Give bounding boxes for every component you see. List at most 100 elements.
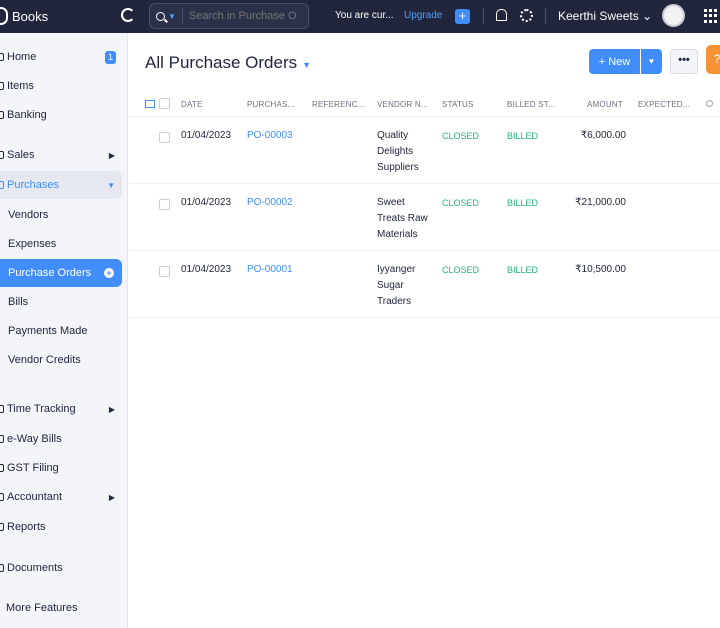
quick-create-plus-icon[interactable]: + [455, 9, 470, 24]
cell-date: 01/04/2023 [181, 130, 232, 141]
cell-billed-status: BILLED [507, 198, 539, 208]
collapse-chevron-down-icon: ▼ [107, 180, 115, 190]
column-header-vendor-name[interactable]: VENDOR N... [377, 100, 428, 109]
sidebar-item-reports[interactable]: Reports [0, 513, 122, 541]
topbar-divider [483, 8, 484, 24]
column-header-purchase-order[interactable]: PURCHAS... [247, 100, 295, 109]
org-chevron-down-icon: ⌄ [642, 9, 653, 23]
app-launcher-grid-icon[interactable] [704, 9, 718, 23]
cell-po-number-link[interactable]: PO-00001 [247, 262, 293, 278]
cell-po-number-link[interactable]: PO-00003 [247, 128, 293, 144]
upgrade-link[interactable]: Upgrade [404, 10, 442, 21]
sidebar-item-label: Items [7, 80, 34, 92]
sidebar-item-purchase-orders[interactable]: Purchase Orders + [0, 259, 122, 287]
sidebar-item-accountant[interactable]: Accountant ▶ [0, 483, 122, 511]
sidebar-item-label: Bills [8, 296, 29, 308]
more-actions-button[interactable]: ••• [670, 49, 698, 74]
sidebar-item-time-tracking[interactable]: Time Tracking ▶ [0, 395, 122, 423]
sidebar-item-payments-made[interactable]: Payments Made [0, 317, 122, 345]
sidebar-item-vendor-credits[interactable]: Vendor Credits [0, 346, 122, 374]
books-logo-icon [0, 7, 8, 25]
trial-notice: You are cur... [335, 10, 394, 21]
sidebar-item-expenses[interactable]: Expenses [0, 230, 122, 258]
row-checkbox[interactable] [159, 199, 170, 210]
search-icon[interactable] [156, 11, 165, 21]
sidebar-item-gst-filing[interactable]: GST Filing [0, 454, 122, 482]
table-row[interactable]: 01/04/2023 PO-00001 Iyyanger Sugar Trade… [129, 251, 720, 318]
sidebar-item-items[interactable]: Items [0, 72, 122, 100]
table-search-icon[interactable] [706, 100, 713, 107]
sidebar-item-label: More Features [6, 602, 78, 614]
cell-status: CLOSED [442, 265, 480, 275]
sales-icon [0, 151, 4, 159]
cell-po-number-link[interactable]: PO-00002 [247, 195, 293, 211]
sidebar: Home 1 Items Banking Sales ▶ Purchases ▼… [0, 33, 128, 628]
gst-filing-icon [0, 464, 4, 472]
org-name: Keerthi Sweets [558, 9, 639, 23]
global-search[interactable]: ▼ [149, 3, 309, 29]
cell-date: 01/04/2023 [181, 264, 232, 275]
purchases-icon [0, 181, 4, 189]
recent-activity-icon[interactable] [121, 8, 135, 22]
cell-amount: ₹10,500.00 [575, 264, 626, 275]
view-selector[interactable]: All Purchase Orders ▼ [145, 53, 311, 73]
column-header-expected-delivery[interactable]: EXPECTED... [638, 100, 690, 109]
row-checkbox[interactable] [159, 266, 170, 277]
sidebar-item-more-features[interactable]: More Features [0, 594, 122, 622]
search-input[interactable] [188, 10, 301, 22]
sidebar-item-label: e-Way Bills [7, 433, 62, 445]
sidebar-item-label: Expenses [8, 238, 57, 250]
sidebar-item-label: Reports [7, 521, 46, 533]
sidebar-item-label: Accountant [7, 491, 63, 503]
cell-amount: ₹21,000.00 [575, 197, 626, 208]
documents-icon [0, 564, 4, 572]
search-scope-chevron-down-icon[interactable]: ▼ [168, 12, 176, 21]
sidebar-item-label: Documents [7, 562, 63, 574]
app-brand[interactable]: Books [0, 7, 48, 25]
sidebar-item-label: Purchase Orders [8, 267, 92, 279]
column-header-billed-status[interactable]: BILLED ST... [507, 100, 555, 109]
column-settings-icon[interactable] [145, 100, 155, 108]
notification-badge: 1 [105, 50, 116, 64]
sidebar-item-purchases[interactable]: Purchases ▼ [0, 171, 122, 199]
expand-chevron-right-icon: ▶ [108, 492, 115, 502]
sidebar-item-label: Purchases [7, 179, 59, 191]
sidebar-item-label: Vendors [8, 209, 49, 221]
sidebar-item-home[interactable]: Home 1 [0, 43, 122, 71]
cell-vendor-name: Quality Delights Suppliers [377, 130, 419, 173]
view-chevron-down-icon: ▼ [302, 59, 312, 70]
column-header-reference[interactable]: REFERENC... [312, 100, 365, 109]
sidebar-item-label: Payments Made [8, 325, 88, 337]
select-all-checkbox[interactable] [159, 98, 170, 109]
sidebar-item-label: Time Tracking [7, 403, 76, 415]
clock-icon [0, 405, 4, 413]
add-purchase-order-plus-icon[interactable]: + [104, 268, 114, 278]
notifications-bell-icon[interactable] [496, 9, 507, 21]
sidebar-item-sales[interactable]: Sales ▶ [0, 141, 122, 169]
column-header-status[interactable]: STATUS [442, 100, 474, 109]
new-options-chevron-down-icon[interactable]: ▼ [641, 49, 662, 74]
help-question-icon[interactable]: ? [706, 45, 720, 74]
table-row[interactable]: 01/04/2023 PO-00002 Sweet Treats Raw Mat… [129, 184, 720, 251]
settings-gear-icon[interactable] [520, 9, 533, 22]
table-row[interactable]: 01/04/2023 PO-00003 Quality Delights Sup… [129, 117, 720, 184]
sidebar-item-vendors[interactable]: Vendors [0, 201, 122, 229]
new-purchase-order-button[interactable]: + New [589, 49, 640, 74]
organization-switcher[interactable]: Keerthi Sweets ⌄ [558, 9, 652, 23]
expand-chevron-right-icon: ▶ [108, 150, 115, 160]
sidebar-item-eway-bills[interactable]: e-Way Bills [0, 425, 122, 453]
sidebar-item-documents[interactable]: Documents [0, 554, 122, 582]
cell-date: 01/04/2023 [181, 197, 232, 208]
plus-icon: + [598, 55, 606, 68]
cell-vendor-name: Iyyanger Sugar Traders [377, 264, 416, 307]
sidebar-item-bills[interactable]: Bills [0, 288, 122, 316]
column-header-amount[interactable]: AMOUNT [587, 100, 623, 109]
user-avatar[interactable] [662, 4, 685, 27]
new-button-label: New [608, 55, 631, 68]
column-header-date[interactable]: DATE [181, 100, 203, 109]
sidebar-item-banking[interactable]: Banking [0, 101, 122, 129]
app-name: Books [12, 8, 49, 24]
cell-status: CLOSED [442, 198, 480, 208]
cell-vendor-name: Sweet Treats Raw Materials [377, 197, 428, 240]
row-checkbox[interactable] [159, 132, 170, 143]
